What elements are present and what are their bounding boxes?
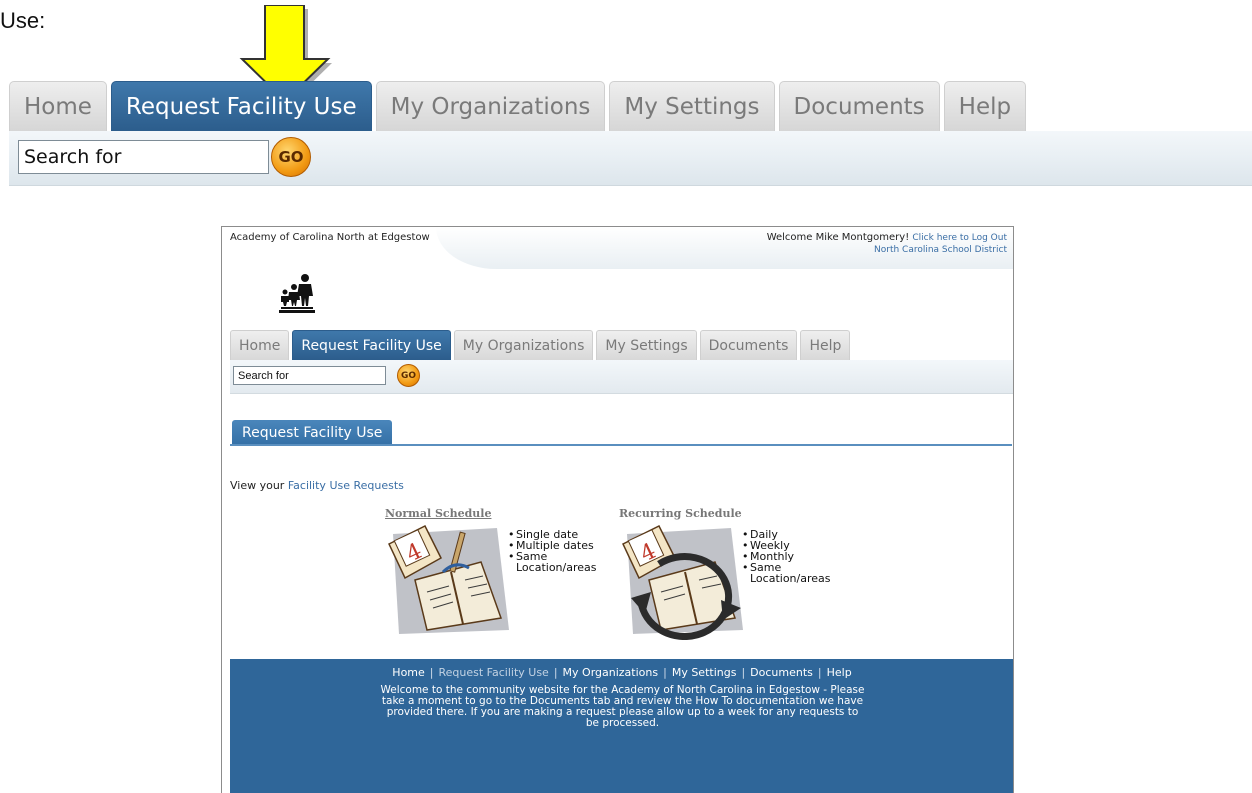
family-logo-icon — [279, 274, 315, 313]
logout-link[interactable]: Click here to Log Out — [912, 233, 1007, 243]
site-tab-home[interactable]: Home — [230, 330, 290, 360]
view-prefix: View your — [230, 479, 285, 492]
go-button[interactable]: GO — [271, 137, 311, 177]
site-search-input[interactable] — [233, 366, 386, 385]
site-tab-request-facility-use[interactable]: Request Facility Use — [292, 330, 451, 360]
tab-my-organizations[interactable]: My Organizations — [375, 81, 606, 131]
welcome-line: Welcome Mike Montgomery! Click here to L… — [767, 232, 1007, 244]
welcome-text: Welcome Mike Montgomery! — [766, 232, 910, 243]
site-frame: Academy of Carolina North at Edgestow We… — [221, 226, 1014, 793]
org-name: Academy of Carolina North at Edgestow — [230, 232, 430, 243]
footer-link-home[interactable]: Home — [392, 666, 424, 679]
normal-schedule-list: Single date Multiple dates Same Location… — [508, 529, 628, 573]
footer-link-request-facility-use[interactable]: Request Facility Use — [439, 666, 549, 679]
recurring-calendar-icon[interactable]: 4 — [619, 522, 749, 640]
footer-link-help[interactable]: Help — [827, 666, 852, 679]
facility-requests-link[interactable]: Facility Use Requests — [288, 479, 404, 492]
site-tab-bar: Home Request Facility Use My Organizatio… — [230, 330, 853, 360]
site-tab-documents[interactable]: Documents — [699, 330, 798, 360]
tab-my-settings[interactable]: My Settings — [609, 81, 775, 131]
tab-home[interactable]: Home — [9, 81, 107, 131]
site-tab-my-organizations[interactable]: My Organizations — [453, 330, 594, 360]
caption-label: Use: — [0, 8, 46, 33]
site-search-bar: GO — [230, 360, 1013, 394]
footer-link-my-organizations[interactable]: My Organizations — [563, 666, 659, 679]
recurring-schedule-link[interactable]: Recurring Schedule — [619, 507, 742, 520]
recurring-schedule-list: Daily Weekly Monthly Same Location/areas — [742, 529, 862, 584]
list-item: Same Location/areas — [508, 551, 628, 573]
footer-link-my-settings[interactable]: My Settings — [672, 666, 737, 679]
calendar-planner-icon[interactable]: 4 — [385, 522, 515, 640]
footer-nav: Home | Request Facility Use | My Organizatio… — [392, 666, 852, 679]
zoomed-tab-bar: Home Request Facility Use My Organizatio… — [9, 81, 1030, 131]
tab-documents[interactable]: Documents — [778, 81, 940, 131]
footer-link-documents[interactable]: Documents — [750, 666, 813, 679]
section-divider — [230, 444, 1012, 446]
tab-help[interactable]: Help — [943, 81, 1027, 131]
footer-welcome-text: Welcome to the community website for the… — [380, 684, 865, 729]
search-input[interactable] — [18, 140, 269, 174]
site-tab-my-settings[interactable]: My Settings — [596, 330, 697, 360]
site-go-button[interactable]: GO — [397, 364, 420, 387]
section-title: Request Facility Use — [232, 420, 393, 445]
zoomed-search-bar: GO — [9, 131, 1252, 186]
normal-schedule-link[interactable]: Normal Schedule — [385, 507, 491, 520]
view-requests-line: View your Facility Use Requests — [230, 479, 404, 492]
tab-request-facility-use[interactable]: Request Facility Use — [110, 81, 372, 131]
district-link[interactable]: North Carolina School District — [874, 245, 1007, 255]
site-footer: Home | Request Facility Use | My Organizatio… — [230, 659, 1013, 793]
list-item: Same Location/areas — [742, 562, 862, 584]
site-tab-help[interactable]: Help — [800, 330, 851, 360]
